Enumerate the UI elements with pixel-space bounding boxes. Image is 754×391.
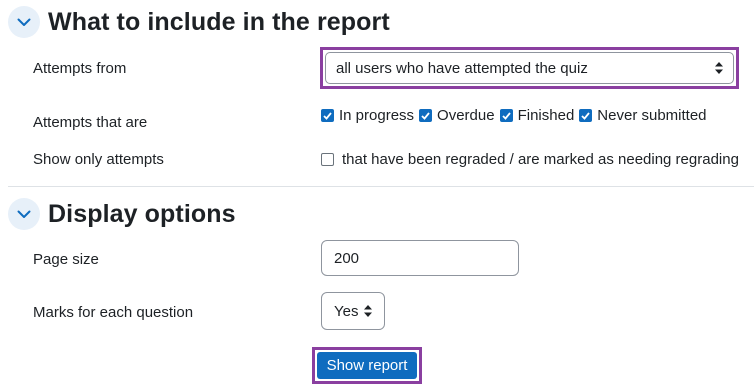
chevron-down-icon: [17, 210, 31, 218]
checkbox-overdue[interactable]: [419, 109, 433, 122]
select-arrows-icon: [364, 305, 372, 317]
page-size-value: 200: [334, 249, 360, 267]
report-section-header: What to include in the report: [8, 6, 390, 38]
display-section-header: Display options: [8, 198, 236, 230]
checkbox-finished[interactable]: [499, 109, 513, 122]
state-label: In progress: [339, 107, 415, 124]
checkbox-regraded[interactable]: [321, 153, 334, 166]
attempts-from-select[interactable]: all users who have attempted the quiz: [325, 52, 734, 84]
show-report-button[interactable]: Show report: [317, 352, 417, 379]
attempts-from-highlight: all users who have attempted the quiz: [320, 47, 739, 89]
checkbox-in-progress[interactable]: [321, 109, 334, 122]
attempt-state-checkboxes: In progress Overdue Finished Never submi…: [321, 107, 712, 124]
check-icon: [323, 111, 332, 120]
collapse-display-section-toggle[interactable]: [8, 198, 40, 230]
page-size-input[interactable]: 200: [321, 240, 519, 276]
attempts-from-label: Attempts from: [33, 60, 127, 77]
check-icon: [421, 111, 430, 120]
state-in-progress[interactable]: In progress: [321, 107, 414, 124]
state-label: Overdue: [437, 107, 495, 124]
marks-value: Yes: [334, 302, 359, 320]
state-label: Never submitted: [597, 107, 707, 124]
display-section-title: Display options: [48, 199, 236, 228]
marks-select[interactable]: Yes: [321, 292, 385, 330]
state-never-submitted[interactable]: Never submitted: [579, 107, 707, 124]
section-divider: [8, 186, 754, 187]
state-label: Finished: [517, 107, 575, 124]
regraded-option[interactable]: that have been regraded / are marked as …: [321, 151, 739, 168]
chevron-down-icon: [17, 18, 31, 26]
attempts-state-label: Attempts that are: [33, 114, 148, 131]
state-finished[interactable]: Finished: [499, 107, 575, 124]
show-only-label: Show only attempts: [33, 151, 164, 168]
page-size-label: Page size: [33, 251, 99, 268]
checkbox-never-submitted[interactable]: [579, 109, 593, 122]
check-icon: [501, 111, 511, 120]
regraded-label: that have been regraded / are marked as …: [342, 151, 739, 168]
attempts-from-value: all users who have attempted the quiz: [336, 59, 588, 77]
collapse-report-section-toggle[interactable]: [8, 6, 40, 38]
state-overdue[interactable]: Overdue: [419, 107, 495, 124]
report-section-title: What to include in the report: [48, 7, 390, 36]
check-icon: [581, 111, 590, 120]
marks-label: Marks for each question: [33, 304, 194, 321]
select-arrows-icon: [715, 62, 723, 74]
show-report-highlight: Show report: [312, 347, 422, 384]
